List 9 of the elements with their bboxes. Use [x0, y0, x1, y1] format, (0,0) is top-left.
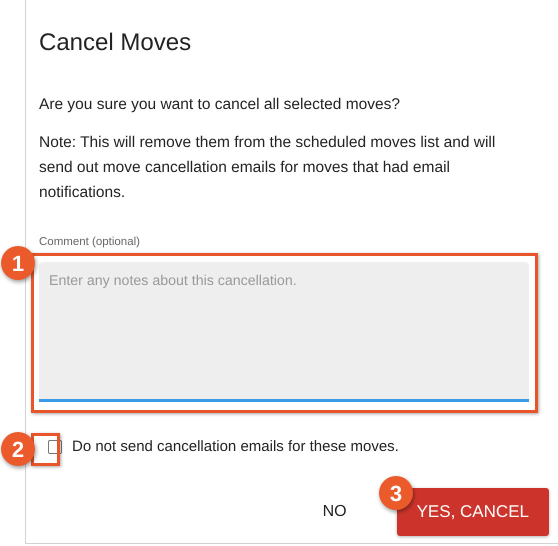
step-marker: 2	[1, 432, 35, 466]
question-text: Are you sure you want to cancel all selected moves?	[39, 94, 401, 115]
step-marker: 1	[1, 246, 35, 280]
no-button[interactable]: NO	[312, 494, 357, 530]
note-text: Note: This will remove them from the scheduled moves list and will send out move cancellation emails for moves that had email notifications.	[39, 132, 496, 203]
checkbox-label: Do not send cancellation emails for these moves.	[72, 436, 399, 457]
field-label: Comment (optional)	[39, 234, 141, 249]
comment-field[interactable]: Enter any notes about this cancellation.	[39, 262, 529, 402]
dialog-title: Cancel Moves	[39, 29, 192, 58]
